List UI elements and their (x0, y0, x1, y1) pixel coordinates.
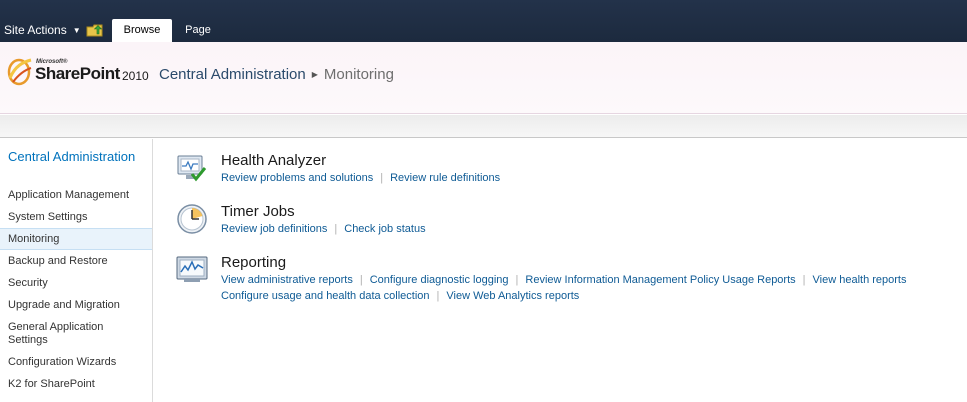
sidebar-item-application-management[interactable]: Application Management (0, 189, 152, 202)
section-title: Health Analyzer (221, 152, 327, 169)
reporting-monitor-icon (176, 256, 208, 282)
link-separator: | (334, 223, 338, 235)
link-review-problems-and-solutions[interactable]: Review problems and solutions (221, 172, 373, 184)
nav-heading-central-administration[interactable]: Central Administration (8, 149, 138, 165)
breadcrumb-separator-icon: ▶ (311, 70, 318, 79)
link-separator: | (436, 290, 440, 302)
quick-launch: Central Administration Application Manag… (0, 139, 153, 402)
link-review-rule-definitions[interactable]: Review rule definitions (390, 172, 500, 184)
link-separator: | (515, 274, 519, 286)
link-check-job-status[interactable]: Check job status (344, 223, 425, 235)
link-configure-diagnostic-logging[interactable]: Configure diagnostic logging (370, 274, 509, 286)
sidebar-item-upgrade-and-migration[interactable]: Upgrade and Migration (0, 299, 152, 312)
title-area: Microsoft® SharePoint 2010 Central Admin… (0, 42, 967, 114)
section-title: Reporting (221, 254, 287, 271)
tab-browse[interactable]: Browse (112, 19, 172, 42)
link-configure-usage-and-health-data-collection[interactable]: Configure usage and health data collecti… (221, 290, 430, 302)
clock-icon (177, 204, 207, 234)
sharepoint-logo-icon (7, 58, 32, 86)
link-review-job-definitions[interactable]: Review job definitions (221, 223, 327, 235)
chevron-down-icon: ▼ (72, 25, 81, 35)
link-review-information-management-policy-usage-reports[interactable]: Review Information Management Policy Usa… (525, 274, 795, 286)
link-separator: | (380, 172, 384, 184)
link-view-administrative-reports[interactable]: View administrative reports (221, 274, 353, 286)
section-links-row-2: Configure usage and health data collecti… (221, 290, 579, 302)
health-analyzer-icon (177, 155, 207, 182)
sidebar-item-security[interactable]: Security (0, 277, 152, 290)
site-actions-label: Site Actions (4, 23, 67, 37)
logo-product-text: SharePoint (35, 64, 120, 83)
sidebar-item-monitoring[interactable]: Monitoring (0, 228, 152, 250)
breadcrumb: Central Administration ▶ Monitoring (159, 66, 394, 83)
section-title: Timer Jobs (221, 203, 295, 220)
sidebar-item-general-application-settings[interactable]: General Application Settings (0, 321, 130, 347)
sidebar-item-configuration-wizards[interactable]: Configuration Wizards (0, 356, 152, 369)
status-bar-divider (0, 115, 967, 138)
link-view-health-reports[interactable]: View health reports (813, 274, 907, 286)
link-view-web-analytics-reports[interactable]: View Web Analytics reports (446, 290, 579, 302)
sidebar-item-system-settings[interactable]: System Settings (0, 211, 152, 224)
sidebar-item-k2-for-sharepoint[interactable]: K2 for SharePoint (0, 378, 152, 391)
section-links: Review problems and solutions | Review r… (221, 172, 500, 184)
link-separator: | (359, 274, 363, 286)
navigate-up-icon[interactable] (86, 22, 104, 38)
section-links-row-1: View administrative reports | Configure … (221, 274, 906, 286)
breadcrumb-current-page: Monitoring (323, 66, 394, 83)
ribbon-bar: Site Actions ▼ Browse Page (0, 0, 967, 42)
sharepoint-logo: Microsoft® SharePoint 2010 (7, 56, 149, 86)
link-separator: | (802, 274, 806, 286)
sidebar-item-backup-and-restore[interactable]: Backup and Restore (0, 255, 152, 268)
logo-year-text: 2010 (122, 69, 149, 83)
site-actions-menu[interactable]: Site Actions ▼ (4, 23, 81, 37)
breadcrumb-central-administration[interactable]: Central Administration (159, 66, 306, 83)
section-links: Review job definitions | Check job statu… (221, 223, 426, 235)
tab-page[interactable]: Page (178, 19, 218, 42)
